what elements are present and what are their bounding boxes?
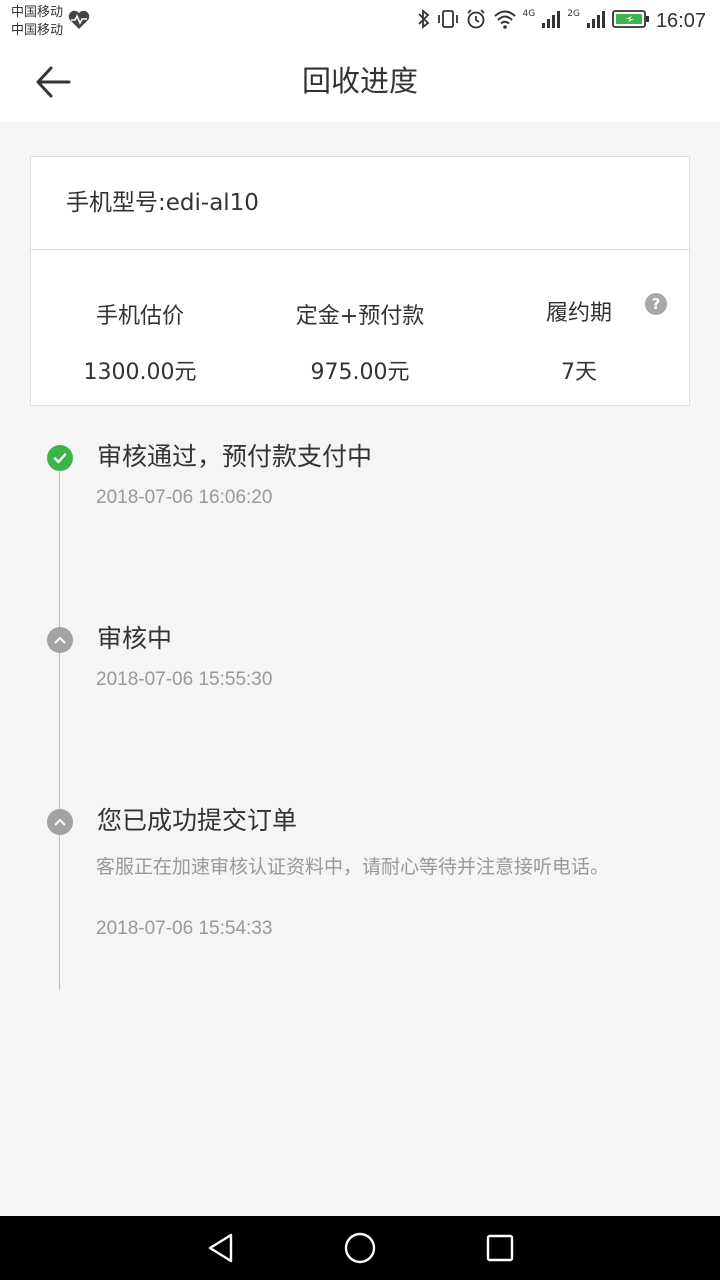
nav-back-button[interactable] <box>200 1230 240 1266</box>
chevron-up-icon <box>47 809 73 835</box>
chevron-up-icon <box>47 627 73 653</box>
phone-info-card: 手机型号:edi-al10 手机估价 1300.00元 定金+预付款 975.0… <box>30 156 690 406</box>
carrier-1: 中国移动 <box>11 5 64 20</box>
timeline-step-title: 审核通过，预付款支付中 <box>97 442 373 471</box>
square-recents-icon <box>486 1234 514 1262</box>
nav-recents-button[interactable] <box>480 1230 520 1266</box>
timeline-step-time: 2018-07-06 16:06:20 <box>96 487 273 508</box>
network-type-2: 2G <box>567 9 580 19</box>
stat-estimate: 手机估价 1300.00元 <box>40 302 240 388</box>
stat-label: 定金+预付款 <box>295 304 425 329</box>
stat-label: 手机估价 <box>95 304 184 329</box>
stat-value: 975.00元 <box>310 360 410 385</box>
clock: 16:07 <box>655 9 706 32</box>
stat-value: 1300.00元 <box>83 360 197 385</box>
phone-model: 手机型号:edi-al10 <box>66 190 259 216</box>
stat-deposit: 定金+预付款 975.00元 <box>260 302 460 388</box>
alarm-icon <box>465 8 487 34</box>
timeline-step-title: 您已成功提交订单 <box>97 806 298 835</box>
timeline-step-time: 2018-07-06 15:54:33 <box>96 918 273 939</box>
timeline-line <box>59 470 60 990</box>
nav-home-button[interactable] <box>340 1230 380 1266</box>
heart-rate-icon <box>68 10 90 34</box>
stat-value: 7天 <box>561 360 597 385</box>
help-icon[interactable]: ? <box>645 293 667 315</box>
signal-icon <box>541 9 561 33</box>
timeline-step-description: 客服正在加速审核认证资料中，请耐心等待并注意接听电话。 <box>96 856 610 878</box>
divider <box>31 249 689 250</box>
status-bar: 中国移动 中国移动 4G 2G 16:07 <box>0 0 720 42</box>
timeline-step-time: 2018-07-06 15:55:30 <box>96 669 273 690</box>
status-icons: 4G 2G 16:07 <box>417 8 706 34</box>
page-title: 回收进度 <box>301 64 418 98</box>
system-navigation-bar <box>0 1216 720 1280</box>
header: 回收进度 <box>0 42 720 122</box>
circle-home-icon <box>344 1232 376 1264</box>
carrier-labels: 中国移动 中国移动 <box>11 4 63 40</box>
check-icon <box>47 445 73 471</box>
carrier-2: 中国移动 <box>11 23 64 38</box>
timeline-step-title: 审核中 <box>97 624 173 653</box>
network-type-1: 4G <box>522 9 536 19</box>
battery-icon <box>612 9 650 33</box>
triangle-back-icon <box>208 1233 233 1263</box>
bluetooth-icon <box>417 8 431 34</box>
signal-icon <box>586 9 606 33</box>
vibrate-icon <box>437 8 459 34</box>
wifi-icon <box>493 9 517 33</box>
